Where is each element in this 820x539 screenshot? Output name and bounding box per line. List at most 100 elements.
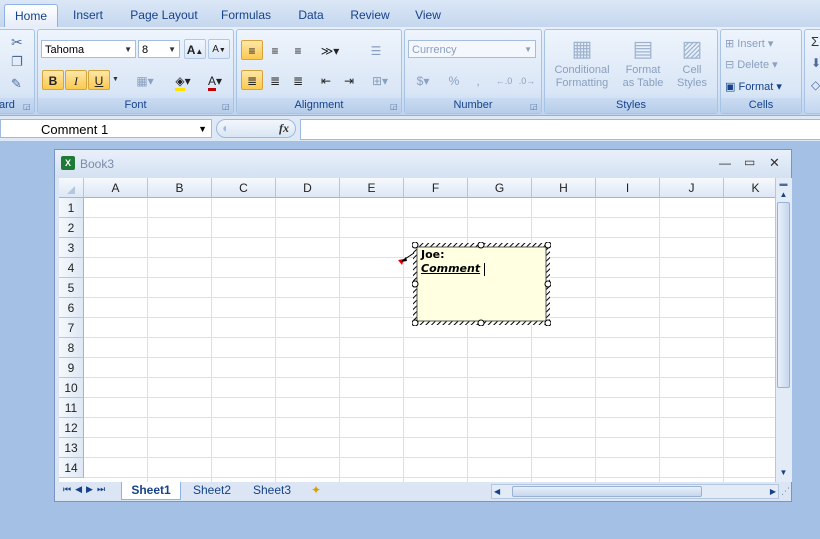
column-header-f[interactable]: F (404, 178, 468, 198)
clear-icon[interactable]: ◇ (811, 78, 820, 92)
select-all-corner[interactable] (59, 178, 84, 198)
tab-formulas[interactable]: Formulas (212, 4, 280, 26)
row-header-2[interactable]: 2 (59, 218, 84, 238)
tab-view[interactable]: View (404, 4, 452, 26)
column-header-b[interactable]: B (148, 178, 212, 198)
bold-button[interactable]: B (42, 70, 64, 90)
row-header-11[interactable]: 11 (59, 398, 84, 418)
format-button[interactable]: ▣ Format ▾ (725, 78, 799, 96)
comma-button[interactable]: , (467, 70, 489, 90)
shrink-font-icon[interactable]: A▼ (208, 39, 230, 59)
column-header-j[interactable]: J (660, 178, 724, 198)
cell-styles-button[interactable]: ▨ Cell Styles (669, 34, 715, 96)
row-header-13[interactable]: 13 (59, 438, 84, 458)
row-header-7[interactable]: 7 (59, 318, 84, 338)
copy-icon[interactable]: ❐ (11, 54, 23, 70)
name-box[interactable]: Comment 1 ▼ (0, 119, 212, 138)
scroll-right-icon[interactable]: ▶ (770, 485, 776, 498)
row-header-5[interactable]: 5 (59, 278, 84, 298)
insert-function-button[interactable]: fx (279, 121, 289, 136)
row-header-8[interactable]: 8 (59, 338, 84, 358)
sheet-nav-icons[interactable]: ⏮◀▶⏭ (63, 484, 109, 495)
cut-icon[interactable]: ✂ (11, 34, 23, 51)
resize-grip-icon[interactable]: ⋰ (781, 486, 790, 497)
column-header-k[interactable]: K (724, 178, 775, 198)
decrease-decimal-icon[interactable]: .0→ (516, 70, 538, 90)
scroll-down-icon[interactable]: ▼ (778, 468, 789, 480)
worksheet-grid[interactable]: ABCDEFGHIJK 1 2 3 4 5 6 7 8 9 10 11 12 13 14 (59, 178, 775, 482)
increase-decimal-icon[interactable]: ←.0 (493, 70, 515, 90)
horizontal-scroll-thumb[interactable] (512, 486, 702, 497)
scroll-up-icon[interactable]: ▲ (778, 190, 789, 202)
align-center-icon[interactable]: ≣ (264, 70, 286, 90)
align-right-icon[interactable]: ≣ (287, 70, 309, 90)
alignment-launcher-icon[interactable]: ◲ (390, 102, 399, 111)
minimize-icon[interactable]: — (719, 156, 731, 170)
delete-button[interactable]: ⊟ Delete ▾ (725, 56, 799, 74)
row-header-10[interactable]: 10 (59, 378, 84, 398)
font-launcher-icon[interactable]: ◲ (222, 102, 231, 111)
percent-button[interactable]: % (443, 70, 465, 90)
align-middle-icon[interactable]: ≡ (264, 40, 286, 60)
increase-indent-icon[interactable]: ⇥ (338, 70, 360, 90)
row-header-9[interactable]: 9 (59, 358, 84, 378)
column-header-c[interactable]: C (212, 178, 276, 198)
font-size-select[interactable]: 8 ▼ (138, 40, 180, 58)
row-header-1[interactable]: 1 (59, 198, 84, 218)
tab-page-layout[interactable]: Page Layout (122, 4, 206, 26)
align-bottom-icon[interactable]: ≡ (287, 40, 309, 60)
grow-font-icon[interactable]: A▲ (184, 39, 206, 59)
clipboard-launcher-icon[interactable]: ◲ (23, 102, 32, 111)
number-launcher-icon[interactable]: ◲ (530, 102, 539, 111)
sheet-tab-sheet1[interactable]: Sheet1 (121, 482, 181, 500)
font-color-icon[interactable]: A▾ (200, 70, 230, 91)
splitter-handle-icon[interactable]: ◖ (221, 121, 228, 135)
sheet-tab-sheet2[interactable]: Sheet2 (183, 482, 241, 499)
align-left-icon[interactable]: ≣ (241, 70, 263, 90)
underline-dropdown-icon[interactable]: ▼ (112, 76, 119, 83)
merge-center-icon[interactable]: ⊞▾ (365, 70, 395, 90)
split-handle-icon[interactable]: ▬ (778, 179, 789, 189)
italic-button[interactable]: I (65, 70, 87, 90)
close-icon[interactable]: ✕ (769, 155, 780, 171)
autosum-icon[interactable]: Σ (811, 34, 819, 49)
horizontal-scrollbar[interactable]: ◀ ▶ (491, 484, 779, 499)
column-header-i[interactable]: I (596, 178, 660, 198)
comment-text[interactable]: Comment (421, 262, 486, 276)
row-header-3[interactable]: 3 (59, 238, 84, 258)
scroll-left-icon[interactable]: ◀ (494, 485, 500, 498)
column-header-h[interactable]: H (532, 178, 596, 198)
tab-data[interactable]: Data (288, 4, 334, 26)
vertical-scroll-thumb[interactable] (777, 202, 790, 388)
tab-home[interactable]: Home (4, 4, 58, 28)
maximize-icon[interactable]: ▭ (744, 155, 755, 169)
column-header-a[interactable]: A (84, 178, 148, 198)
formula-input[interactable] (300, 119, 820, 140)
decrease-indent-icon[interactable]: ⇤ (315, 70, 337, 90)
vertical-scrollbar[interactable]: ▬ ▲ ▼ (775, 178, 792, 482)
currency-button[interactable]: $▾ (408, 70, 438, 90)
orientation-icon[interactable]: ≫▾ (315, 40, 345, 60)
fill-color-icon[interactable]: ◈▾ (168, 70, 198, 91)
format-as-table-button[interactable]: ▤ Format as Table (617, 34, 669, 96)
format-painter-icon[interactable]: ✎ (11, 76, 22, 92)
tab-insert[interactable]: Insert (60, 4, 116, 26)
row-header-6[interactable]: 6 (59, 298, 84, 318)
insert-sheet-icon[interactable]: ✦ (311, 483, 321, 497)
fill-icon[interactable]: ⬇ (811, 56, 820, 70)
row-header-4[interactable]: 4 (59, 258, 84, 278)
column-header-e[interactable]: E (340, 178, 404, 198)
sheet-tab-sheet3[interactable]: Sheet3 (243, 482, 301, 499)
row-header-12[interactable]: 12 (59, 418, 84, 438)
tab-review[interactable]: Review (342, 4, 398, 26)
align-top-icon[interactable]: ≡ (241, 40, 263, 60)
insert-button[interactable]: ⊞ Insert ▾ (725, 35, 799, 53)
column-header-d[interactable]: D (276, 178, 340, 198)
font-name-select[interactable]: Tahoma ▼ (41, 40, 136, 58)
name-box-dropdown-icon[interactable]: ▼ (198, 120, 207, 139)
borders-icon[interactable]: ▦▾ (130, 70, 160, 90)
number-format-select[interactable]: Currency ▼ (408, 40, 536, 58)
column-header-g[interactable]: G (468, 178, 532, 198)
row-header-14[interactable]: 14 (59, 458, 84, 478)
wrap-text-icon[interactable]: ☰ (365, 40, 387, 60)
